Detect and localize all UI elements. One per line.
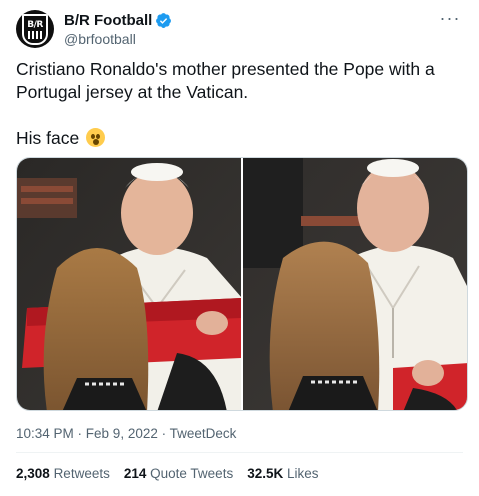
retweets-label: Retweets [53, 466, 110, 481]
tweet-text-line: Cristiano Ronaldo's mother presented the… [16, 59, 435, 102]
tweet-meta: 10:34 PM · Feb 9, 2022 · TweetDeck [16, 426, 236, 441]
user-handle[interactable]: @brfootball [64, 31, 136, 47]
display-name[interactable]: B/R Football [64, 12, 152, 29]
tweet-source[interactable]: TweetDeck [170, 426, 237, 441]
retweets-count: 2,308 [16, 466, 50, 481]
quote-tweets-label: Quote Tweets [150, 466, 234, 481]
name-row: B/R Football [64, 12, 172, 29]
photo-2[interactable] [243, 158, 467, 410]
tweet-text: Cristiano Ronaldo's mother presented the… [16, 58, 463, 150]
divider [16, 452, 463, 453]
photo-2-image [243, 158, 467, 410]
likes-label: Likes [287, 466, 319, 481]
tweet-text-fragment: His face [16, 128, 80, 148]
meta-separator: · [73, 426, 86, 441]
avatar-text: B/R [27, 19, 43, 30]
meta-separator: · [157, 426, 170, 441]
tweet-text-line-2: His face [16, 127, 463, 150]
quote-tweets-stat[interactable]: 214 Quote Tweets [124, 466, 233, 481]
more-horizontal-icon: ··· [439, 8, 461, 28]
more-options-button[interactable]: ··· [437, 8, 463, 28]
retweets-stat[interactable]: 2,308 Retweets [16, 466, 110, 481]
br-logo-icon: B/R [22, 13, 48, 45]
likes-count: 32.5K [247, 466, 284, 481]
tweet-stats: 2,308 Retweets 214 Quote Tweets 32.5K Li… [16, 466, 333, 481]
tweet-time[interactable]: 10:34 PM [16, 426, 74, 441]
quote-tweets-count: 214 [123, 466, 147, 481]
photo-1[interactable] [17, 158, 241, 410]
verified-badge-icon [156, 13, 172, 28]
tweet-media [16, 157, 468, 411]
hushed-face-emoji-icon [86, 128, 106, 147]
photo-1-image [17, 158, 241, 410]
avatar[interactable]: B/R [16, 10, 54, 48]
tweet-date[interactable]: Feb 9, 2022 [86, 426, 158, 441]
likes-stat[interactable]: 32.5K Likes [247, 466, 318, 481]
tweet-header: B/R B/R Football @brfootball ··· [16, 8, 463, 50]
